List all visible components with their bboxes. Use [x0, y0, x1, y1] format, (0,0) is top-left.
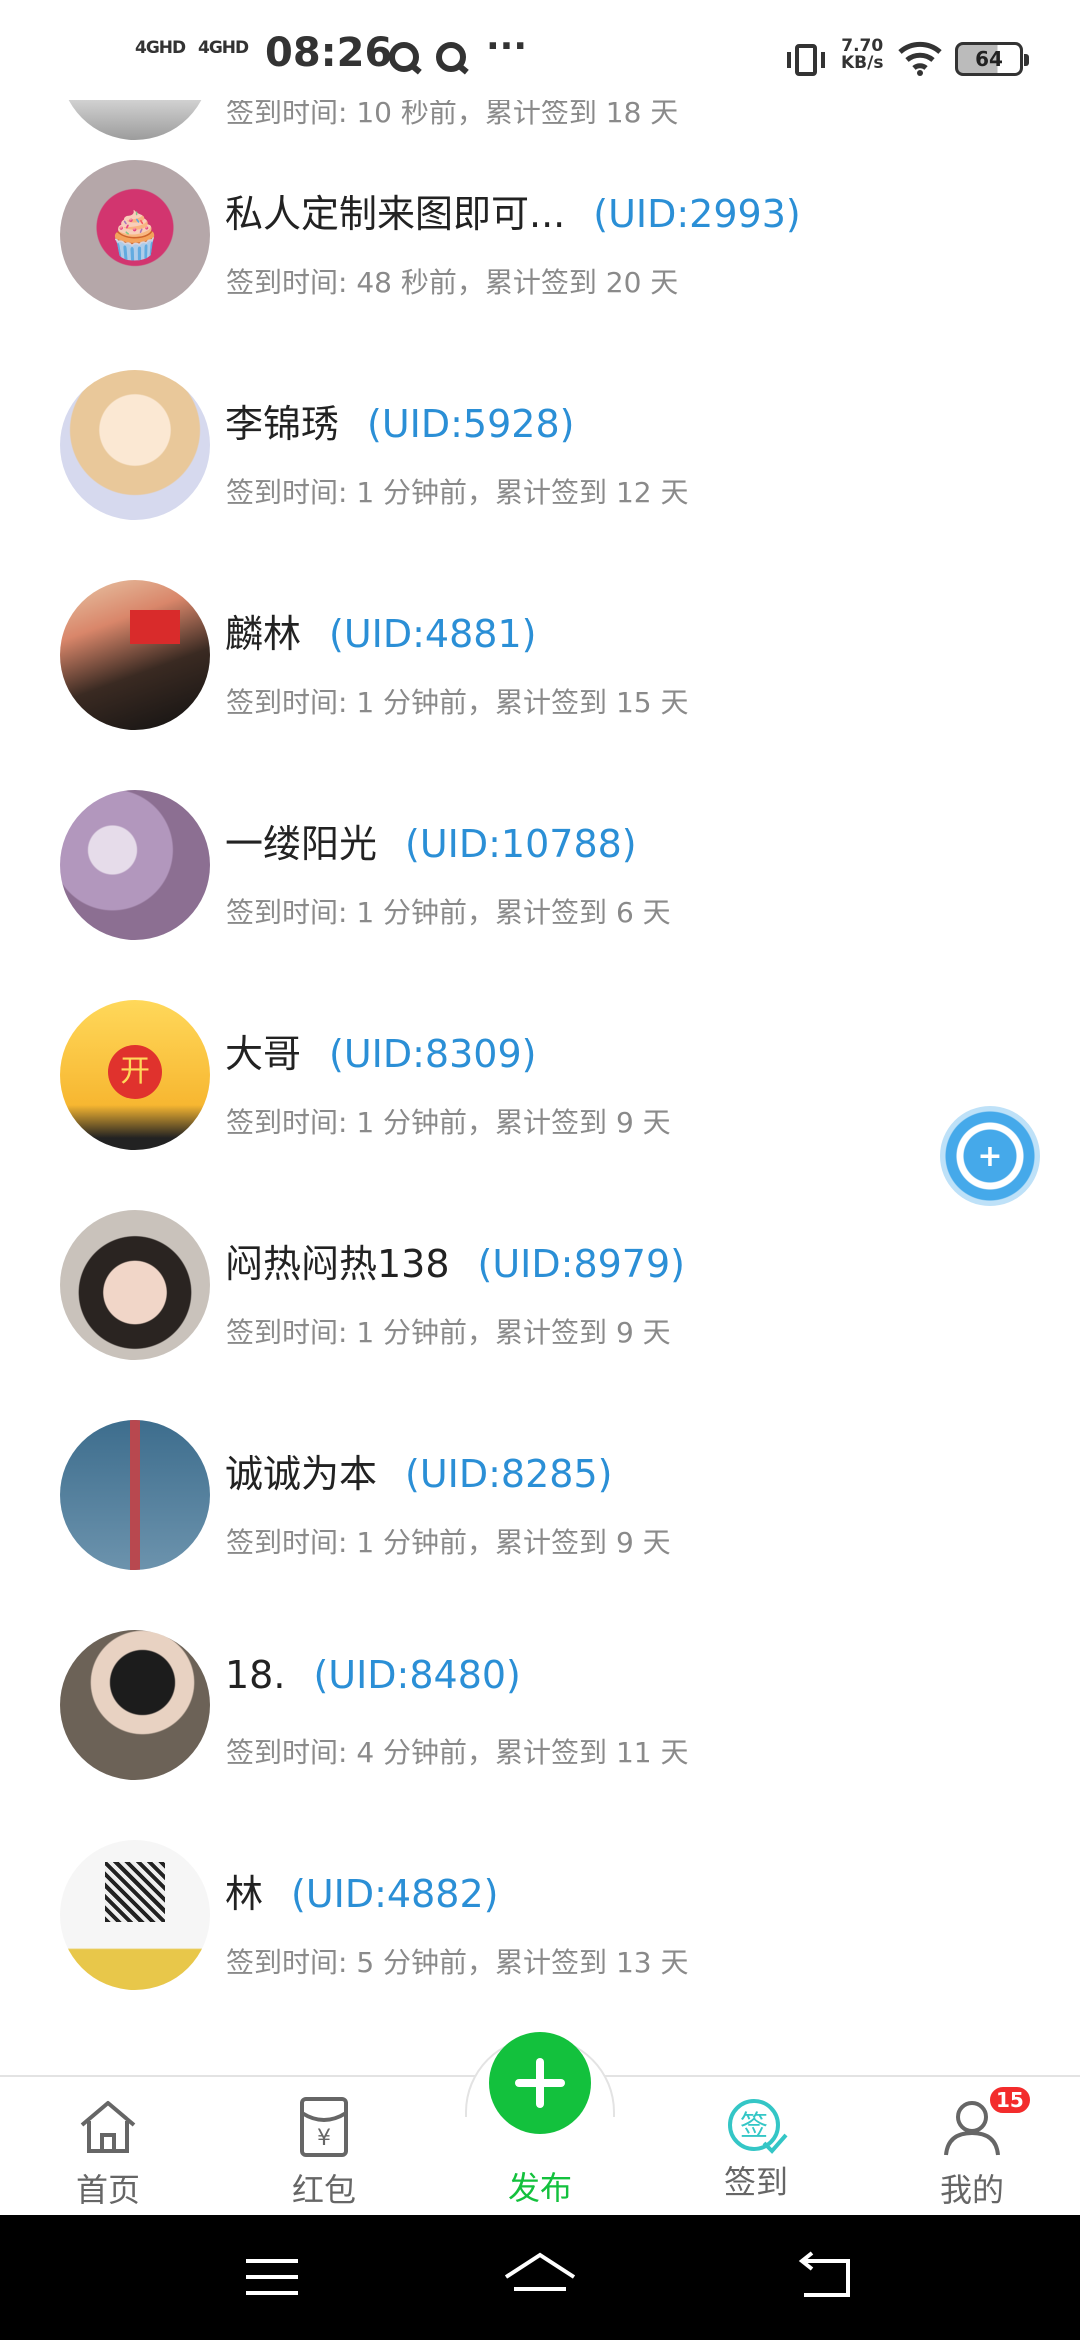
notification-badge: 15	[987, 2084, 1033, 2116]
tab-checkin[interactable]: 签 签到	[681, 2077, 831, 2217]
more-notifications-icon: ···	[486, 26, 528, 67]
avatar[interactable]	[60, 370, 210, 520]
tab-publish-label: 发布	[507, 2169, 572, 2207]
tab-redpacket-label: 红包	[291, 2171, 356, 2209]
list-item[interactable]: 开 大哥 (UID:8309) 签到时间: 1 分钟前，累计签到 9 天	[0, 975, 1080, 1185]
user-name: 闷热闷热138 (UID:8979)	[225, 1242, 685, 1286]
checkin-meta: 签到时间: 1 分钟前，累计签到 9 天	[226, 1316, 671, 1349]
tab-home[interactable]: 首页	[33, 2077, 183, 2217]
avatar[interactable]	[60, 1210, 210, 1360]
user-uid: (UID:8285)	[405, 1452, 613, 1496]
user-uid: (UID:5928)	[367, 402, 575, 446]
open-badge-icon: 开	[108, 1045, 162, 1099]
red-packet-icon: ¥	[300, 2097, 348, 2157]
menu-icon[interactable]	[212, 2215, 332, 2340]
checkin-meta: 签到时间: 5 分钟前，累计签到 13 天	[226, 1946, 689, 1979]
list-item[interactable]: 林 (UID:4882) 签到时间: 5 分钟前，累计签到 13 天	[0, 1815, 1080, 2025]
network-speed-unit: KB/s	[841, 53, 884, 73]
user-name: 一缕阳光 (UID:10788)	[225, 822, 637, 866]
back-icon[interactable]	[764, 2215, 884, 2340]
tab-redpacket[interactable]: ¥ 红包	[249, 2077, 399, 2217]
user-uid: (UID:8979)	[477, 1242, 685, 1286]
network-type-label: 4GHD	[198, 38, 249, 58]
status-bar: 4GHD 4GHD 08:26 ··· 7.70 KB/s 64	[0, 0, 1080, 100]
list-item[interactable]: 一缕阳光 (UID:10788) 签到时间: 1 分钟前，累计签到 6 天	[0, 765, 1080, 975]
tab-home-label: 首页	[75, 2171, 140, 2209]
avatar[interactable]: 🧁	[60, 160, 210, 310]
avatar[interactable]	[60, 1630, 210, 1780]
list-item[interactable]: 🧁 私人定制来图即可... (UID:2993) 签到时间: 48 秒前，累计签到…	[0, 135, 1080, 345]
avatar[interactable]	[60, 580, 210, 730]
bottom-tab-bar: 首页 ¥ 红包 发布 签 签到 我的 15	[0, 2032, 1080, 2217]
avatar[interactable]	[60, 790, 210, 940]
checkin-symbol: 签	[740, 2109, 768, 2142]
checkin-meta: 签到时间: 4 分钟前，累计签到 11 天	[226, 1736, 689, 1769]
list-item[interactable]: 李锦琇 (UID:5928) 签到时间: 1 分钟前，累计签到 12 天	[0, 345, 1080, 555]
flag-icon	[130, 610, 180, 644]
signal-icon: 4GHD	[198, 38, 249, 58]
avatar[interactable]	[60, 1420, 210, 1570]
user-name: 18. (UID:8480)	[225, 1653, 521, 1697]
list-item[interactable]: 麟林 (UID:4881) 签到时间: 1 分钟前，累计签到 15 天	[0, 555, 1080, 765]
cupcake-icon: 🧁	[106, 207, 164, 262]
user-uid: (UID:10788)	[405, 822, 637, 866]
network-type-label: 4GHD	[135, 38, 186, 58]
avatar[interactable]: 开	[60, 1000, 210, 1150]
checkin-meta: 签到时间: 1 分钟前，累计签到 12 天	[226, 476, 689, 509]
publish-button[interactable]	[489, 2032, 591, 2134]
checkin-meta: 签到时间: 1 分钟前，累计签到 6 天	[226, 896, 671, 929]
battery-icon: 64	[955, 42, 1029, 76]
list-item[interactable]: 闷热闷热138 (UID:8979) 签到时间: 1 分钟前，累计签到 9 天	[0, 1185, 1080, 1395]
user-name: 诚诚为本 (UID:8285)	[225, 1452, 613, 1496]
checkin-meta: 签到时间: 1 分钟前，累计签到 9 天	[226, 1106, 671, 1139]
user-name: 李锦琇 (UID:5928)	[225, 402, 575, 446]
vibrate-icon	[787, 44, 825, 76]
qr-code-icon	[105, 1862, 165, 1922]
qq-icon	[389, 42, 419, 72]
home-icon	[80, 2101, 136, 2153]
tower-icon	[130, 1420, 140, 1570]
list-item[interactable]: 诚诚为本 (UID:8285) 签到时间: 1 分钟前，累计签到 9 天	[0, 1395, 1080, 1605]
checkin-icon: 签	[728, 2099, 788, 2154]
user-uid: (UID:8309)	[329, 1032, 537, 1076]
signal-icon: 4GHD	[135, 38, 186, 58]
network-speed: 7.70 KB/s	[841, 38, 883, 72]
app-root: 签到时间: 10 秒前，累计签到 18 天 🧁 私人定制来图即可... (UID:…	[0, 0, 1080, 2340]
avatar[interactable]	[60, 1840, 210, 1990]
user-name: 麟林 (UID:4881)	[225, 612, 537, 656]
list-item[interactable]: 18. (UID:8480) 签到时间: 4 分钟前，累计签到 11 天	[0, 1605, 1080, 1815]
tab-checkin-label: 签到	[723, 2163, 788, 2201]
checkin-meta: 签到时间: 1 分钟前，累计签到 9 天	[226, 1526, 671, 1559]
home-nav-icon[interactable]	[480, 2215, 600, 2340]
qq-icon	[436, 42, 466, 72]
wifi-icon	[898, 41, 942, 76]
user-uid: (UID:4881)	[329, 612, 537, 656]
system-nav-bar	[0, 2215, 1080, 2340]
yuan-symbol: ¥	[317, 2126, 331, 2151]
tab-mine-label: 我的	[939, 2171, 1004, 2209]
plus-icon: +	[977, 1138, 1003, 1174]
user-uid: (UID:8480)	[313, 1653, 521, 1697]
user-name: 大哥 (UID:8309)	[225, 1032, 537, 1076]
checkin-meta: 签到时间: 48 秒前，累计签到 20 天	[226, 266, 679, 299]
floating-add-button[interactable]: +	[940, 1106, 1040, 1206]
user-name: 私人定制来图即可... (UID:2993)	[225, 192, 801, 236]
user-uid: (UID:4882)	[291, 1872, 499, 1916]
user-uid: (UID:2993)	[593, 192, 801, 236]
user-name: 林 (UID:4882)	[225, 1872, 499, 1916]
checkin-meta: 签到时间: 1 分钟前，累计签到 15 天	[226, 686, 689, 719]
clock: 08:26	[265, 30, 393, 76]
checkin-list[interactable]: 签到时间: 10 秒前，累计签到 18 天 🧁 私人定制来图即可... (UID:…	[0, 0, 1080, 2075]
